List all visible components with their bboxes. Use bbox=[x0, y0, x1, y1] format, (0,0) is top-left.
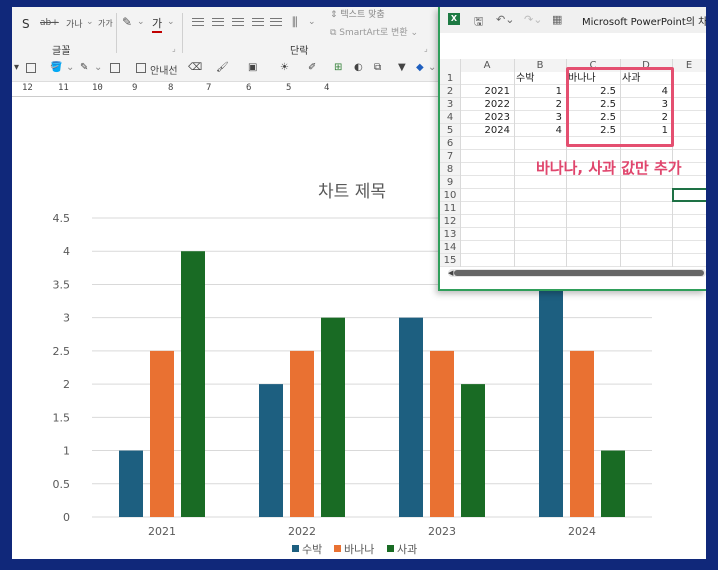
horizontal-scrollbar[interactable]: ◀ bbox=[448, 269, 706, 277]
sheet-row: 14 bbox=[440, 241, 706, 254]
scroll-thumb[interactable] bbox=[454, 270, 704, 276]
chart-title[interactable]: 차트 제목 bbox=[318, 182, 386, 202]
row-gridline bbox=[440, 266, 706, 267]
excel-logo-icon: X bbox=[448, 13, 460, 25]
y-tick-label: 3.5 bbox=[53, 278, 71, 291]
cell-b2[interactable]: 1 bbox=[514, 85, 562, 98]
bar-사과-2024[interactable] bbox=[601, 450, 625, 517]
column-header[interactable]: E bbox=[672, 59, 706, 72]
y-tick-label: 1 bbox=[63, 445, 70, 458]
annotation-text: 바나나, 사과 값만 추가 bbox=[536, 159, 682, 177]
highlight-box bbox=[566, 67, 674, 147]
cell-b4[interactable]: 3 bbox=[514, 111, 562, 124]
excel-data-window[interactable]: X 🖫 ↶⌄ ↷⌄ ▦ Microsoft PowerPoint의 차트 A B… bbox=[438, 7, 706, 291]
sheet-row: 13 bbox=[440, 228, 706, 241]
y-tick-label: 0 bbox=[63, 511, 70, 524]
bar-사과-2023[interactable] bbox=[461, 384, 485, 517]
x-tick-label: 2022 bbox=[288, 525, 316, 538]
edit-in-excel-icon[interactable]: ▦ bbox=[552, 13, 562, 26]
powerpoint-window: S ab+ 가나 ⌄ 가가 ✎ ⌄ 가 ⌄ ⫼ ⌄ ⇕ 텍스트 맞춤 ⧉ Sma… bbox=[12, 7, 706, 559]
column-gridline bbox=[514, 59, 515, 267]
bar-수박-2023[interactable] bbox=[399, 317, 423, 517]
bar-수박-2022[interactable] bbox=[259, 384, 283, 517]
y-tick-label: 0.5 bbox=[53, 478, 71, 491]
y-tick-label: 4.5 bbox=[53, 212, 71, 225]
bar-수박-2024[interactable] bbox=[539, 251, 563, 517]
corner-cell[interactable] bbox=[440, 59, 460, 72]
x-tick-label: 2023 bbox=[428, 525, 456, 538]
cell-a2[interactable]: 2021 bbox=[460, 85, 510, 98]
column-header[interactable]: A bbox=[460, 59, 514, 72]
cell-b1[interactable]: 수박 bbox=[514, 72, 564, 85]
cell-a3[interactable]: 2022 bbox=[460, 98, 510, 111]
excel-title: Microsoft PowerPoint의 차트 bbox=[582, 17, 706, 28]
scroll-left-icon[interactable]: ◀ bbox=[448, 269, 453, 277]
selected-cell[interactable] bbox=[672, 188, 706, 202]
cell-a4[interactable]: 2023 bbox=[460, 111, 510, 124]
sheet-row: 12 bbox=[440, 215, 706, 228]
cell-b3[interactable]: 2 bbox=[514, 98, 562, 111]
legend-swatch bbox=[292, 545, 299, 552]
y-tick-label: 3 bbox=[63, 312, 70, 325]
y-tick-label: 2.5 bbox=[53, 345, 71, 358]
undo-icon[interactable]: ↶⌄ bbox=[496, 13, 514, 26]
save-icon[interactable]: 🖫 bbox=[474, 13, 483, 32]
legend-swatch bbox=[387, 545, 394, 552]
bar-바나나-2022[interactable] bbox=[290, 350, 314, 517]
sheet-row: 10 bbox=[440, 189, 706, 202]
x-tick-label: 2021 bbox=[148, 525, 176, 538]
sheet-row: 11 bbox=[440, 202, 706, 215]
legend-swatch bbox=[334, 545, 341, 552]
cell-a5[interactable]: 2024 bbox=[460, 124, 510, 137]
bar-사과-2022[interactable] bbox=[321, 317, 345, 517]
sheet-row: 15 bbox=[440, 254, 706, 267]
legend-label[interactable]: 바나나 bbox=[344, 543, 374, 556]
y-tick-label: 4 bbox=[63, 245, 70, 258]
bar-바나나-2021[interactable] bbox=[150, 350, 174, 517]
bar-바나나-2024[interactable] bbox=[570, 350, 594, 517]
bar-수박-2021[interactable] bbox=[119, 450, 143, 517]
column-header[interactable]: B bbox=[514, 59, 566, 72]
cell-b5[interactable]: 4 bbox=[514, 124, 562, 137]
redo-icon[interactable]: ↷⌄ bbox=[524, 13, 542, 26]
legend-label[interactable]: 사과 bbox=[397, 543, 417, 556]
x-tick-label: 2024 bbox=[568, 525, 596, 538]
y-tick-label: 1.5 bbox=[53, 411, 71, 424]
excel-title-bar[interactable]: X 🖫 ↶⌄ ↷⌄ ▦ Microsoft PowerPoint의 차트 bbox=[440, 7, 706, 33]
bar-바나나-2023[interactable] bbox=[430, 350, 454, 517]
legend-label[interactable]: 수박 bbox=[302, 543, 322, 556]
column-gridline bbox=[460, 59, 461, 267]
bar-사과-2021[interactable] bbox=[181, 251, 205, 517]
y-tick-label: 2 bbox=[63, 378, 70, 391]
